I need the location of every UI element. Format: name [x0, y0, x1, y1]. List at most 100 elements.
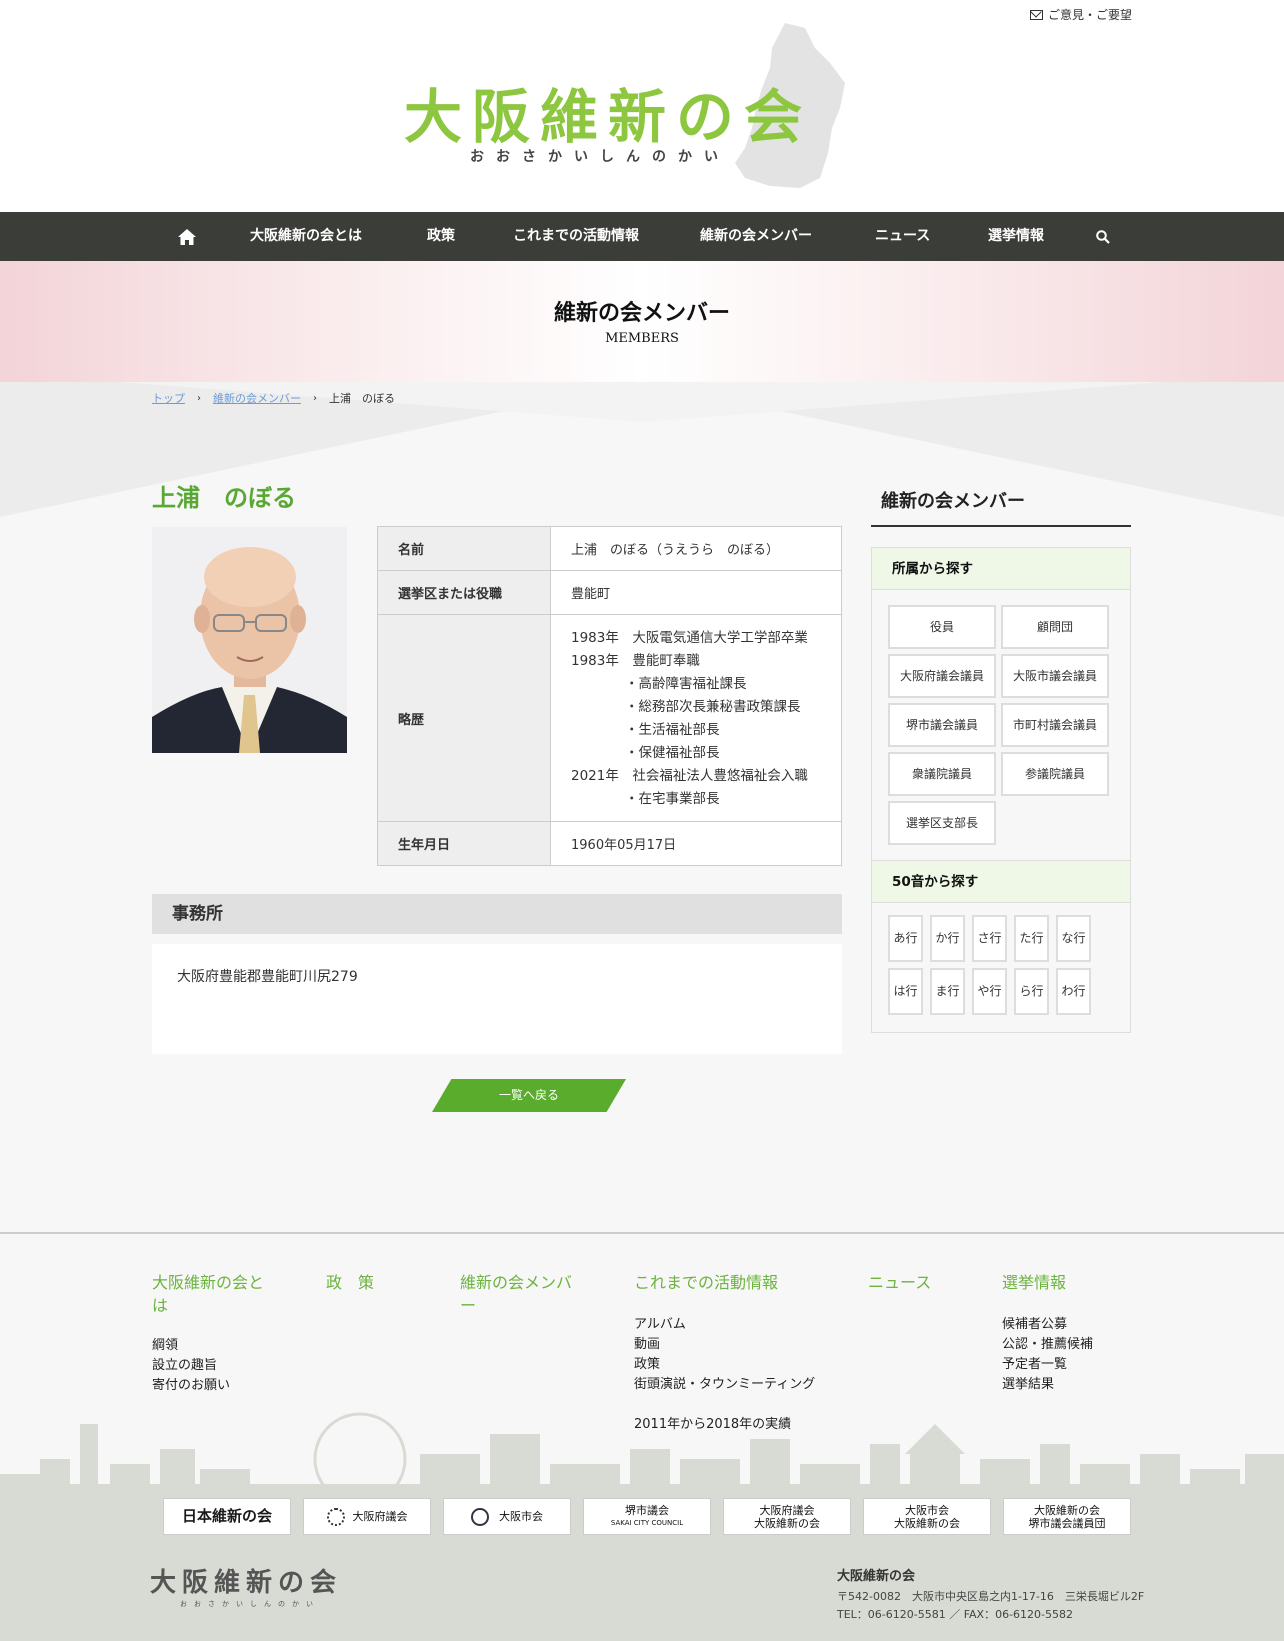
career-line: ・在宅事業部長: [571, 791, 720, 807]
affiliation-officers[interactable]: 役員: [888, 605, 996, 649]
footer-link-video[interactable]: 動画: [634, 1335, 660, 1355]
career-line: 1983年 豊能町奉職: [571, 653, 700, 669]
kana-ka[interactable]: か行: [930, 915, 965, 962]
site-header: ご意見・ご要望 大阪維新の会 おおさかいしんのかい: [0, 0, 1284, 212]
member-profile-table: 名前 上浦 のぼる（うえうら のぼる） 選挙区または役職 豊能町 略歴 1983…: [377, 526, 842, 866]
banner-japan-ishin[interactable]: 日本維新の会: [163, 1498, 291, 1535]
nav-activities[interactable]: これまでの活動情報: [513, 212, 639, 261]
footer-col-about[interactable]: 大阪維新の会とは: [152, 1271, 272, 1317]
breadcrumb-top[interactable]: トップ: [152, 390, 185, 406]
banner-osaka-prefectural[interactable]: 大阪府議会: [303, 1498, 431, 1535]
banner-label: 大阪維新の会: [1034, 1503, 1100, 1517]
banner-osaka-city[interactable]: 大阪市会: [443, 1498, 571, 1535]
footer-link-album[interactable]: アルバム: [634, 1315, 686, 1335]
footer-link-achievements[interactable]: 2011年から2018年の実績: [634, 1415, 791, 1435]
kana-a[interactable]: あ行: [888, 915, 923, 962]
logo-text: 大阪維新の会: [404, 83, 813, 151]
banner-prefectural-ishin[interactable]: 大阪府議会 大阪維新の会: [723, 1498, 851, 1535]
kana-wa[interactable]: わ行: [1056, 968, 1091, 1015]
footer-col-election[interactable]: 選挙情報: [1002, 1271, 1066, 1294]
page-title: 維新の会メンバー: [553, 301, 730, 326]
global-nav: 大阪維新の会とは 政策 これまでの活動情報 維新の会メンバー ニュース 選挙情報: [0, 212, 1284, 261]
kana-sa[interactable]: さ行: [972, 915, 1007, 962]
footer-link-endorsed[interactable]: 公認・推薦候補: [1002, 1335, 1093, 1355]
footer-phone: TEL：06-6120-5581 ／ FAX：06-6120-5582: [837, 1608, 1074, 1621]
sidebar-title: 維新の会メンバー: [871, 487, 1131, 527]
footer-org-name: 大阪維新の会: [837, 1569, 916, 1584]
sidebar-filter-box: 所属から探す 役員 顧問団 大阪府議会議員 大阪市議会議員 堺市議会議員 市町村…: [871, 547, 1131, 1033]
breadcrumb: トップ › 維新の会メンバー › 上浦 のぼる: [152, 390, 395, 406]
footer-col-members[interactable]: 維新の会メンバー: [460, 1271, 580, 1317]
profile-label-career: 略歴: [377, 614, 551, 822]
kana-ma[interactable]: ま行: [930, 968, 965, 1015]
chevron-right-icon: ›: [197, 392, 201, 404]
back-button-label: 一覧へ戻る: [498, 1088, 559, 1102]
profile-label-district: 選挙区または役職: [377, 570, 551, 615]
career-line: 2021年 社会福祉法人豊悠福祉会入職: [571, 768, 808, 784]
banner-sakai-ishin[interactable]: 大阪維新の会 堺市議会議員団: [1003, 1498, 1131, 1535]
mail-icon: [1030, 9, 1043, 20]
chevron-right-icon: ›: [313, 392, 317, 404]
city-emblem-icon: [471, 1507, 489, 1526]
nav-news[interactable]: ニュース: [875, 212, 930, 261]
footer-link-results[interactable]: 選挙結果: [1002, 1375, 1054, 1395]
kana-ta[interactable]: た行: [1014, 915, 1049, 962]
office-heading: 事務所: [152, 894, 842, 934]
affiliation-advisors[interactable]: 顧問団: [1001, 605, 1109, 649]
footer-col-news[interactable]: ニュース: [868, 1271, 931, 1294]
affiliation-prefectural[interactable]: 大阪府議会議員: [888, 654, 996, 698]
footer-link-policy[interactable]: 政策: [634, 1355, 660, 1375]
footer-link-candidates[interactable]: 予定者一覧: [1002, 1355, 1067, 1375]
footer-col-policy[interactable]: 政 策: [326, 1271, 374, 1294]
nav-about[interactable]: 大阪維新の会とは: [250, 212, 362, 261]
footer-logo-kana: おおさかいしんのかい: [180, 1600, 320, 1608]
nav-policy[interactable]: 政策: [427, 212, 455, 261]
banner-city-ishin[interactable]: 大阪市会 大阪維新の会: [863, 1498, 991, 1535]
career-line: 1983年 大阪電気通信大学工学部卒業: [571, 630, 808, 646]
footer-link-street-speech[interactable]: 街頭演説・タウンミーティング: [634, 1375, 815, 1395]
chrysanthemum-icon: [326, 1507, 345, 1526]
member-name: 上浦 のぼる: [152, 484, 296, 512]
profile-value-district: 豊能町: [550, 570, 842, 615]
footer-logo-text: 大阪維新の会: [150, 1568, 343, 1598]
footer-link-principles[interactable]: 綱領: [152, 1336, 178, 1356]
search-icon[interactable]: [1096, 230, 1110, 244]
back-to-list-button[interactable]: 一覧へ戻る: [432, 1079, 626, 1112]
footer-link-recruitment[interactable]: 候補者公募: [1002, 1315, 1067, 1335]
banner-sakai-council[interactable]: 堺市議会 SAKAI CITY COUNCIL: [583, 1498, 711, 1535]
kana-ha[interactable]: は行: [888, 968, 923, 1015]
page-subtitle: MEMBERS: [605, 331, 679, 346]
member-photo: [152, 527, 347, 753]
breadcrumb-members[interactable]: 維新の会メンバー: [213, 390, 301, 406]
banner-label: 日本維新の会: [181, 1507, 272, 1525]
affiliation-sakai[interactable]: 堺市議会議員: [888, 703, 996, 747]
banner-sub: 堺市議会議員団: [1028, 1516, 1106, 1530]
kana-ya[interactable]: や行: [972, 968, 1007, 1015]
affiliation-house-reps[interactable]: 衆議院議員: [888, 752, 996, 796]
site-logo[interactable]: 大阪維新の会 おおさかいしんのかい: [400, 18, 880, 193]
profile-value-career: 1983年 大阪電気通信大学工学部卒業 1983年 豊能町奉職 ・高齢障害福祉課…: [550, 614, 842, 822]
banner-label: 堺市議会: [625, 1503, 669, 1517]
affiliation-municipal[interactable]: 市町村議会議員: [1001, 703, 1109, 747]
home-icon[interactable]: [178, 229, 196, 245]
kana-ra[interactable]: ら行: [1014, 968, 1049, 1015]
feedback-link[interactable]: ご意見・ご要望: [1030, 6, 1132, 23]
office-address: 大阪府豊能郡豊能町川尻279: [152, 944, 842, 1054]
kana-na[interactable]: な行: [1056, 915, 1091, 962]
banner-sub: 大阪維新の会: [894, 1516, 960, 1530]
footer-address: 〒542-0082 大阪市中央区島之内1-17-16 三栄長堀ビル2F: [837, 1590, 1145, 1603]
banner-sub: SAKAI CITY COUNCIL: [610, 1518, 684, 1527]
profile-label-name: 名前: [377, 526, 551, 571]
kana-heading: 50音から探す: [872, 860, 1130, 903]
nav-election[interactable]: 選挙情報: [988, 212, 1044, 261]
affiliation-branch-chief[interactable]: 選挙区支部長: [888, 801, 996, 845]
footer-logo[interactable]: 大阪維新の会 おおさかいしんのかい: [150, 1562, 342, 1609]
nav-members[interactable]: 維新の会メンバー: [700, 212, 812, 261]
career-line: ・保健福祉部長: [571, 745, 720, 761]
footer-link-purpose[interactable]: 設立の趣旨: [152, 1356, 217, 1376]
affiliation-city[interactable]: 大阪市議会議員: [1001, 654, 1109, 698]
affiliation-councillors[interactable]: 参議院議員: [1001, 752, 1109, 796]
career-line: ・総務部次長兼秘書政策課長: [571, 699, 801, 715]
footer-col-activities[interactable]: これまでの活動情報: [634, 1271, 778, 1294]
footer-link-donation[interactable]: 寄付のお願い: [152, 1376, 230, 1396]
